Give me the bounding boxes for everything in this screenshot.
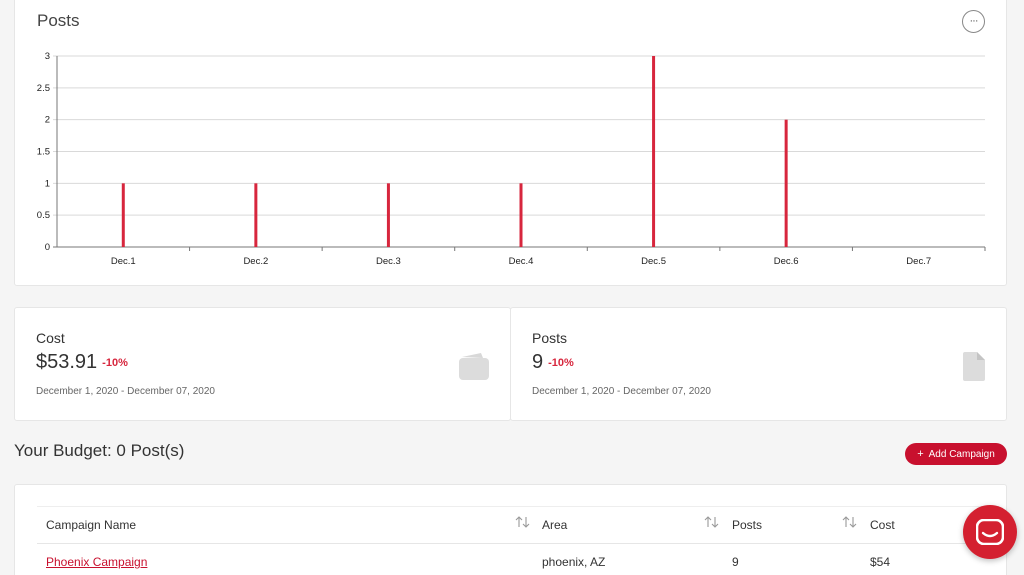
cost-label: Cost xyxy=(36,330,65,346)
posts-change: -10% xyxy=(548,357,574,369)
posts-chart-card: 0 0.5 1 1.5 2 2.5 3 Dec.1 Dec.2 Dec.3 Dec.4 Dec.5 D… xyxy=(14,0,1007,286)
x-tick-label: Dec.5 xyxy=(641,256,666,267)
x-tick-label: Dec.4 xyxy=(509,256,534,267)
campaign-table: Campaign Name Area Posts Cost Phoenix Ca… xyxy=(14,484,1007,575)
campaign-area: phoenix, AZ xyxy=(542,555,606,569)
add-campaign-label: Add Campaign xyxy=(928,448,995,460)
cost-value-row: $53.91 -10% xyxy=(36,351,128,374)
sort-icon[interactable] xyxy=(842,516,857,528)
column-header-campaign-name[interactable]: Campaign Name xyxy=(46,518,136,532)
posts-bar xyxy=(254,183,258,247)
cost-change: -10% xyxy=(102,357,128,369)
column-header-posts[interactable]: Posts xyxy=(732,518,762,532)
posts-stat-card: Posts 9 -10% December 1, 2020 - December … xyxy=(510,307,1007,421)
posts-bar xyxy=(386,183,390,247)
y-tick-label: 2.5 xyxy=(37,83,50,94)
posts-date-range: December 1, 2020 - December 07, 2020 xyxy=(532,386,711,397)
campaign-posts: 9 xyxy=(732,555,739,569)
x-tick-label: Dec.2 xyxy=(243,256,268,267)
posts-chart: 0 0.5 1 1.5 2 2.5 3 Dec.1 Dec.2 Dec.3 Dec.4 Dec.5 D… xyxy=(37,51,986,267)
budget-title: Your Budget: 0 Post(s) xyxy=(14,441,185,460)
cost-stat-card: Cost $53.91 -10% December 1, 2020 - Decem… xyxy=(14,307,511,421)
posts-value: 9 xyxy=(532,351,544,373)
chat-icon xyxy=(976,519,1004,545)
posts-value-row: 9 -10% xyxy=(532,351,574,374)
campaign-cost: $54 xyxy=(870,555,891,569)
cost-value: $53.91 xyxy=(36,351,98,373)
x-tick-label: Dec.1 xyxy=(111,256,136,267)
add-campaign-button[interactable]: + Add Campaign xyxy=(905,443,1007,465)
posts-bar xyxy=(652,56,656,247)
sort-icon[interactable] xyxy=(515,516,530,528)
x-tick-label: Dec.3 xyxy=(376,256,401,267)
y-tick-label: 2 xyxy=(45,115,50,126)
posts-label: Posts xyxy=(532,330,568,346)
y-tick-label: 1 xyxy=(45,178,50,189)
y-tick-label: 0.5 xyxy=(37,210,50,221)
y-tick-label: 3 xyxy=(45,51,50,62)
campaign-name-link[interactable]: Phoenix Campaign xyxy=(46,555,147,569)
posts-chart-title: Posts xyxy=(37,11,80,30)
posts-bar xyxy=(121,183,125,247)
y-tick-label: 0 xyxy=(45,242,50,253)
sort-icon[interactable] xyxy=(704,516,719,528)
document-icon xyxy=(963,352,985,381)
y-tick-label: 1.5 xyxy=(37,147,50,158)
chat-button[interactable] xyxy=(963,505,1017,559)
column-header-area[interactable]: Area xyxy=(542,518,567,532)
table-top-divider xyxy=(37,506,987,507)
cost-date-range: December 1, 2020 - December 07, 2020 xyxy=(36,386,215,397)
table-header-divider xyxy=(37,543,987,544)
x-tick-label: Dec.6 xyxy=(774,256,799,267)
plus-icon: + xyxy=(917,448,924,460)
wallet-icon xyxy=(459,353,489,380)
column-header-cost[interactable]: Cost xyxy=(870,518,895,532)
posts-bar xyxy=(519,183,523,247)
x-tick-label: Dec.7 xyxy=(906,256,931,267)
posts-bar xyxy=(784,119,788,247)
more-options-icon[interactable]: ··· xyxy=(962,10,985,33)
